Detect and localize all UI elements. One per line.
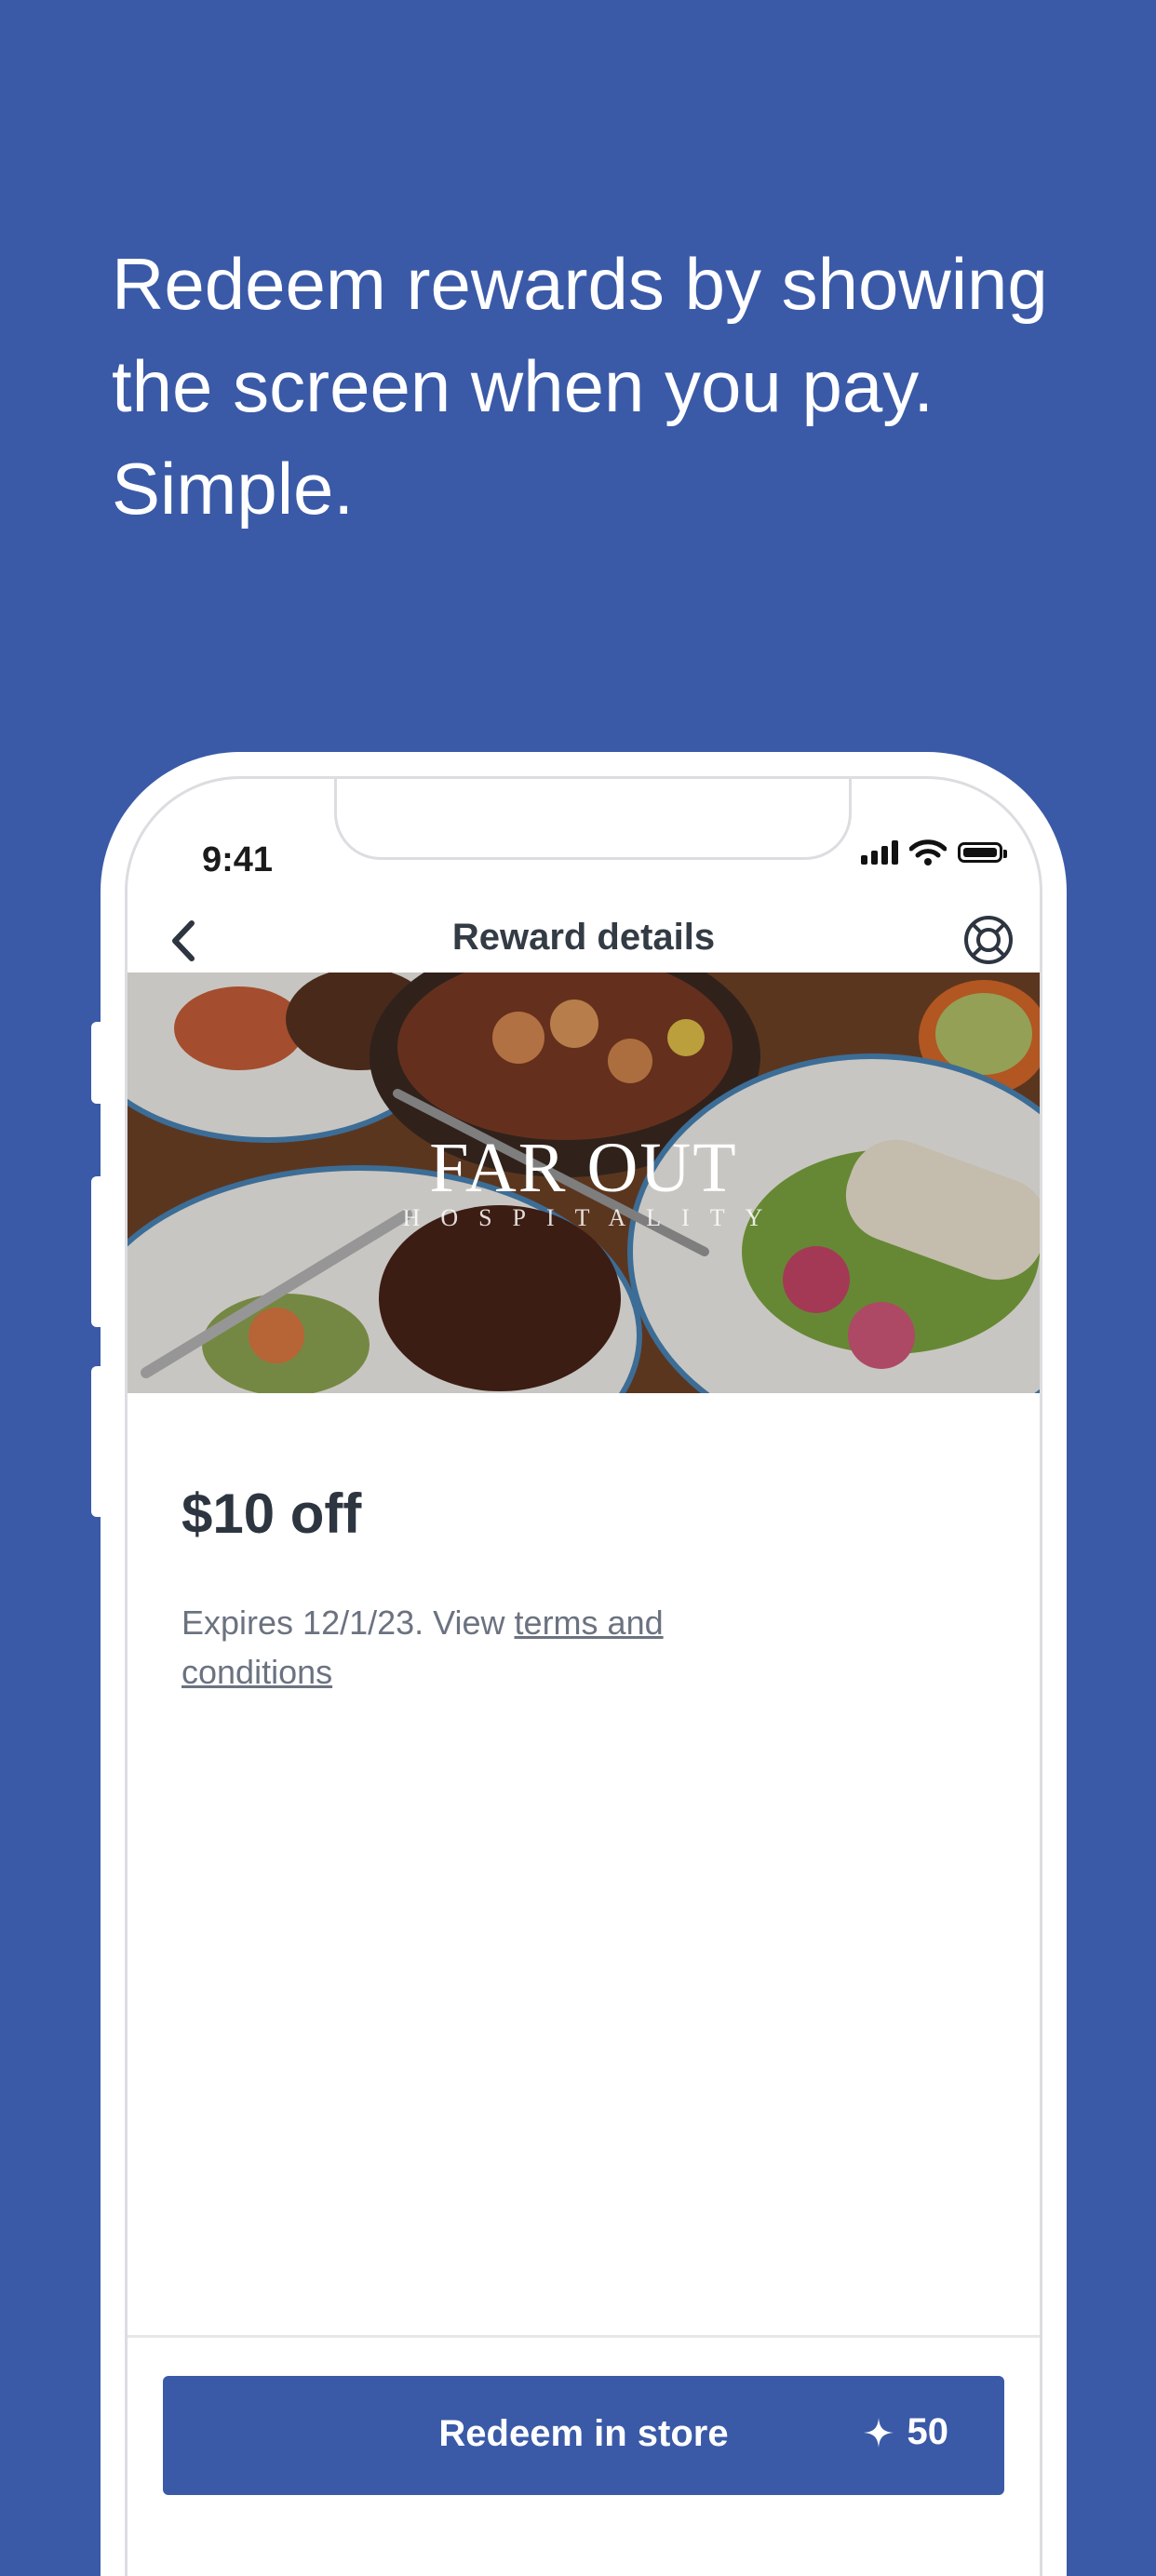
lifebuoy-icon	[964, 916, 1013, 964]
reward-title: $10 off	[181, 1483, 362, 1545]
headline-line-1: Redeem rewards by showing	[112, 243, 1048, 325]
redeem-in-store-button[interactable]: Redeem in store 50	[163, 2376, 1004, 2495]
wifi-icon	[909, 839, 947, 865]
status-icons	[861, 839, 1007, 866]
headline-line-2: the screen when you pay.	[112, 345, 934, 427]
points-value: 50	[907, 2411, 949, 2452]
reward-hero-image: FAR OUT HOSPITALITY	[128, 973, 1040, 1393]
page-title: Reward details	[451, 917, 716, 958]
phone-frame: 9:41 Reward details FAR OUT HOSPITALITY …	[101, 752, 1067, 2576]
phone-screen: 9:41 Reward details FAR OUT HOSPITALITY …	[125, 776, 1042, 2576]
logo-main-text: FAR OUT	[429, 1129, 738, 1207]
battery-icon	[958, 842, 1007, 863]
promo-headline: Redeem rewards by showing the screen whe…	[112, 233, 1089, 540]
restaurant-logo: FAR OUT HOSPITALITY	[128, 1131, 1040, 1231]
status-time: 9:41	[202, 840, 274, 879]
cellular-signal-icon	[861, 840, 898, 865]
redeem-points: 50	[863, 2411, 949, 2453]
navigation-bar: Reward details	[128, 891, 1040, 984]
footer-divider	[128, 2335, 1040, 2338]
phone-notch	[334, 779, 852, 860]
reward-expiry-text: Expires 12/1/23. View terms and conditio…	[181, 1598, 759, 1697]
expiry-label: Expires 12/1/23. View	[181, 1603, 515, 1642]
headline-line-3: Simple.	[112, 448, 355, 530]
sparkle-icon	[863, 2417, 894, 2448]
logo-sub-text: HOSPITALITY	[402, 1204, 784, 1231]
help-button[interactable]	[958, 909, 1019, 971]
